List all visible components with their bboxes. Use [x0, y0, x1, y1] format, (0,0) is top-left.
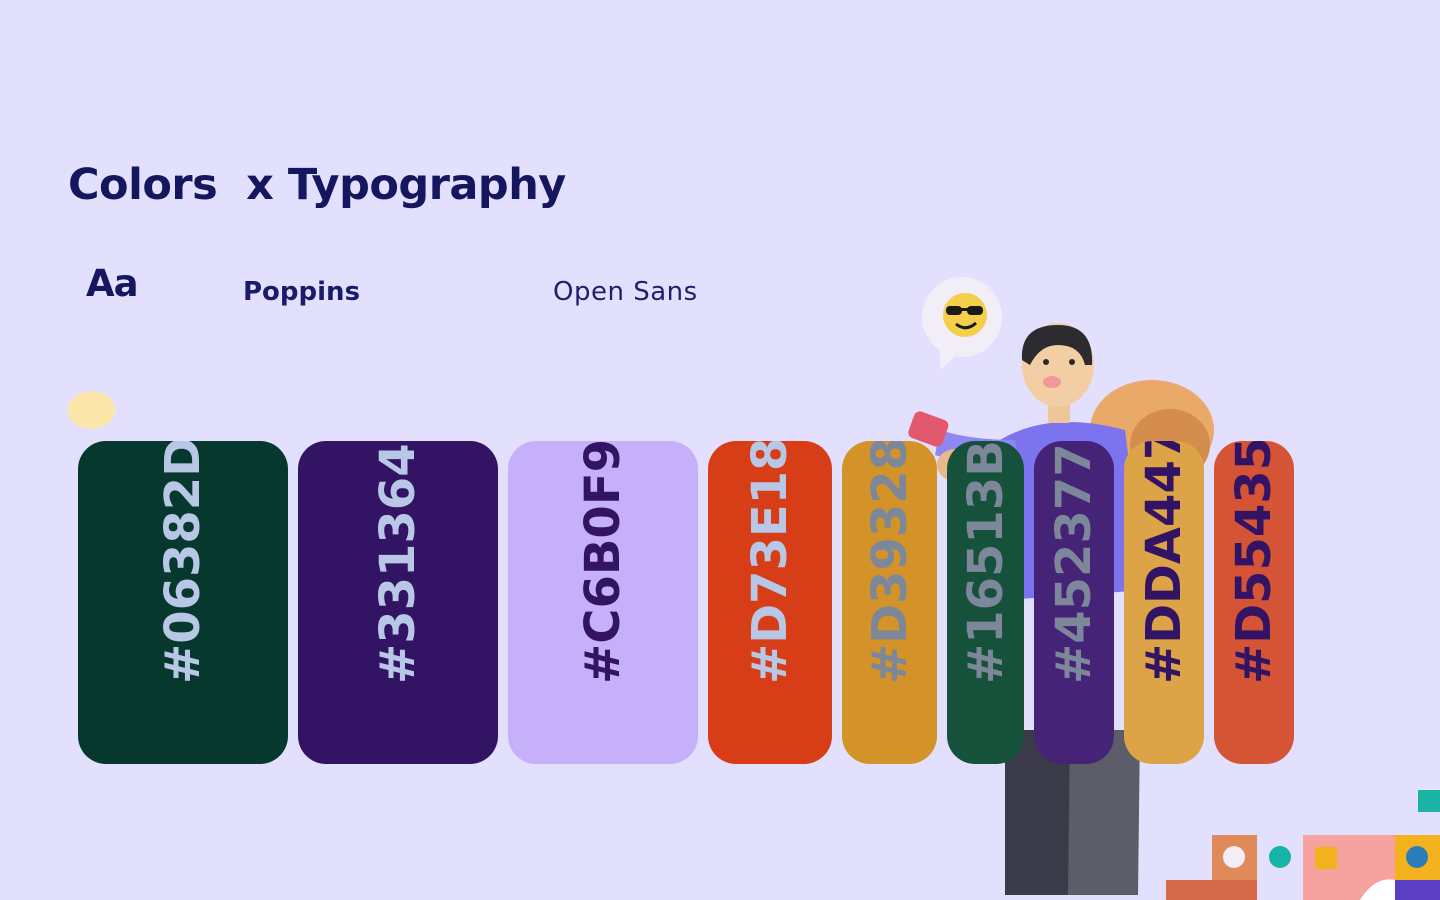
color-hex-label: #D39328: [861, 441, 918, 684]
color-swatch: #D39328: [842, 441, 937, 764]
color-swatch: #D55435: [1214, 441, 1294, 764]
color-swatch: #C6B0F9: [508, 441, 698, 764]
color-hex-label: #452377: [1046, 443, 1102, 684]
sunglasses-emoji-icon: [922, 277, 1002, 370]
color-swatch: #331364: [298, 441, 498, 764]
color-swatch: #DDA447: [1124, 441, 1204, 764]
color-swatch: #16513B: [947, 441, 1024, 764]
color-swatch: #452377: [1034, 441, 1114, 764]
color-swatch: #06382D: [78, 441, 288, 764]
primary-font-label: Poppins: [243, 277, 361, 307]
color-hex-label: #D55435: [1226, 441, 1282, 684]
color-hex-label: #06382D: [155, 441, 211, 684]
color-hex-label: #DDA447: [1136, 441, 1192, 684]
color-hex-label: #16513B: [957, 441, 1014, 684]
page-title: Colors x Typography: [68, 160, 566, 210]
type-sample: Aa: [86, 262, 139, 305]
color-swatch: #D73E18: [708, 441, 832, 764]
secondary-font-label: Open Sans: [553, 277, 698, 307]
color-hex-label: #D73E18: [742, 441, 798, 684]
decorative-blob: [68, 391, 115, 429]
color-hex-label: #331364: [370, 443, 426, 684]
color-hex-label: #C6B0F9: [575, 441, 631, 684]
decorative-shapes: [1166, 790, 1440, 900]
